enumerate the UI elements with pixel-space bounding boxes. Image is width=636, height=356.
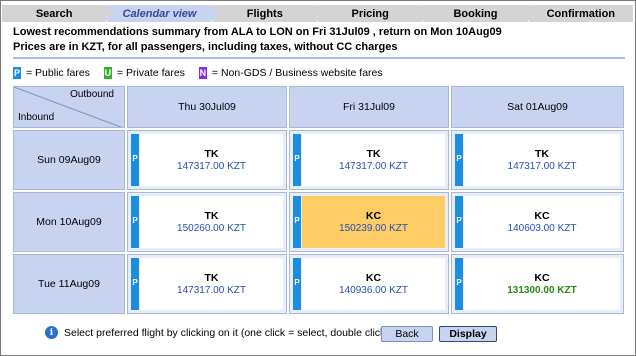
column-header-fri-31jul09: Fri 31Jul09 [289, 86, 449, 128]
legend-public-label: = Public fares [26, 67, 90, 79]
nongds-fare-badge: N [198, 67, 207, 79]
fare-option[interactable]: TK 147317.00 KZT [140, 258, 283, 310]
fare-price: 140936.00 KZT [339, 285, 408, 296]
public-fare-badge: P [293, 134, 301, 186]
airline-code: TK [204, 148, 219, 160]
fare-price: 150260.00 KZT [177, 223, 246, 234]
fare-cell[interactable]: P TK 147317.00 KZT [127, 254, 287, 314]
step-flights: Flights [212, 5, 325, 22]
airline-code: KC [534, 210, 550, 222]
calendar-view-panel: Search Calendar view Flights Pricing Boo… [0, 0, 636, 356]
public-fare-badge: P [131, 196, 139, 248]
fare-price: 140603.00 KZT [507, 223, 577, 234]
fare-cell[interactable]: P KC 140603.00 KZT [451, 192, 624, 252]
hint-text: Select preferred flight by clicking on i… [64, 326, 434, 339]
fare-cell-cheapest[interactable]: P KC 131300.00 KZT [451, 254, 624, 314]
step-pricing: Pricing [317, 5, 430, 22]
separator [13, 57, 625, 59]
fare-option-selected[interactable]: KC 150239.00 KZT [302, 196, 445, 248]
progress-steps: Search Calendar view Flights Pricing Boo… [2, 5, 634, 22]
summary: Lowest recommendations summary from ALA … [13, 25, 502, 55]
public-fare-badge: P [13, 67, 21, 79]
public-fare-badge: P [293, 196, 301, 248]
legend-public: P = Public fares [13, 67, 90, 79]
fare-cell-selected[interactable]: P KC 150239.00 KZT [289, 192, 449, 252]
legend-nongds: N = Non-GDS / Business website fares [198, 67, 383, 79]
fare-cell[interactable]: P TK 150260.00 KZT [127, 192, 287, 252]
fare-price: 147317.00 KZT [177, 161, 246, 172]
fare-price: 147317.00 KZT [339, 161, 408, 172]
airline-code: TK [366, 148, 381, 160]
info-icon: i [45, 326, 58, 339]
fare-price: 147317.00 KZT [177, 285, 246, 296]
summary-subtitle: Prices are in KZT, for all passengers, i… [13, 41, 398, 53]
fare-option[interactable]: KC 140936.00 KZT [302, 258, 445, 310]
back-button[interactable]: Back [381, 326, 433, 342]
footer-hint: i Select preferred flight by clicking on… [45, 326, 433, 339]
fare-cell[interactable]: P KC 140936.00 KZT [289, 254, 449, 314]
step-confirmation: Confirmation [528, 5, 634, 22]
row-header-sun-09aug09: Sun 09Aug09 [13, 130, 125, 190]
fare-option[interactable]: TK 147317.00 KZT [464, 134, 620, 186]
legend-nongds-label: = Non-GDS / Business website fares [211, 67, 383, 79]
display-button[interactable]: Display [439, 326, 497, 342]
summary-title: Lowest recommendations summary from ALA … [13, 26, 502, 38]
fare-price: 147317.00 KZT [507, 161, 577, 172]
public-fare-badge: P [293, 258, 301, 310]
fare-cell[interactable]: P TK 147317.00 KZT [451, 130, 624, 190]
step-booking: Booking [423, 5, 535, 22]
fare-legend: P = Public fares U = Private fares N = N… [13, 67, 397, 79]
calendar-grid: Outbound Inbound Thu 30Jul09 Fri 31Jul09… [13, 86, 625, 316]
public-fare-badge: P [131, 134, 139, 186]
public-fare-badge: P [455, 134, 463, 186]
fare-cell[interactable]: P TK 147317.00 KZT [289, 130, 449, 190]
fare-option[interactable]: KC 131300.00 KZT [464, 258, 620, 310]
legend-private: U = Private fares [103, 67, 185, 79]
private-fare-badge: U [103, 67, 112, 79]
column-header-sat-01aug09: Sat 01Aug09 [451, 86, 624, 128]
public-fare-badge: P [131, 258, 139, 310]
cheapest-fare-price: 131300.00 KZT [507, 285, 577, 296]
airline-code: TK [204, 210, 219, 222]
airline-code: KC [365, 272, 382, 284]
row-header-tue-11aug09: Tue 11Aug09 [13, 254, 125, 314]
fare-cell[interactable]: P TK 147317.00 KZT [127, 130, 287, 190]
grid-corner: Outbound Inbound [13, 86, 125, 128]
step-search: Search [2, 5, 114, 22]
airline-code: TK [535, 148, 549, 160]
airline-code: KC [534, 272, 550, 284]
inbound-label: Inbound [18, 112, 55, 123]
public-fare-badge: P [455, 196, 463, 248]
outbound-label: Outbound [70, 89, 114, 100]
public-fare-badge: P [455, 258, 463, 310]
fare-option[interactable]: KC 140603.00 KZT [464, 196, 620, 248]
fare-option[interactable]: TK 150260.00 KZT [140, 196, 283, 248]
fare-option[interactable]: TK 147317.00 KZT [302, 134, 445, 186]
fare-option[interactable]: TK 147317.00 KZT [140, 134, 283, 186]
row-header-mon-10aug09: Mon 10Aug09 [13, 192, 125, 252]
airline-code: TK [204, 272, 219, 284]
step-calendar-view: Calendar view [107, 5, 220, 22]
column-header-thu-30jul09: Thu 30Jul09 [127, 86, 287, 128]
legend-private-label: = Private fares [116, 67, 185, 79]
fare-price: 150239.00 KZT [339, 223, 408, 234]
airline-code: KC [365, 210, 382, 222]
